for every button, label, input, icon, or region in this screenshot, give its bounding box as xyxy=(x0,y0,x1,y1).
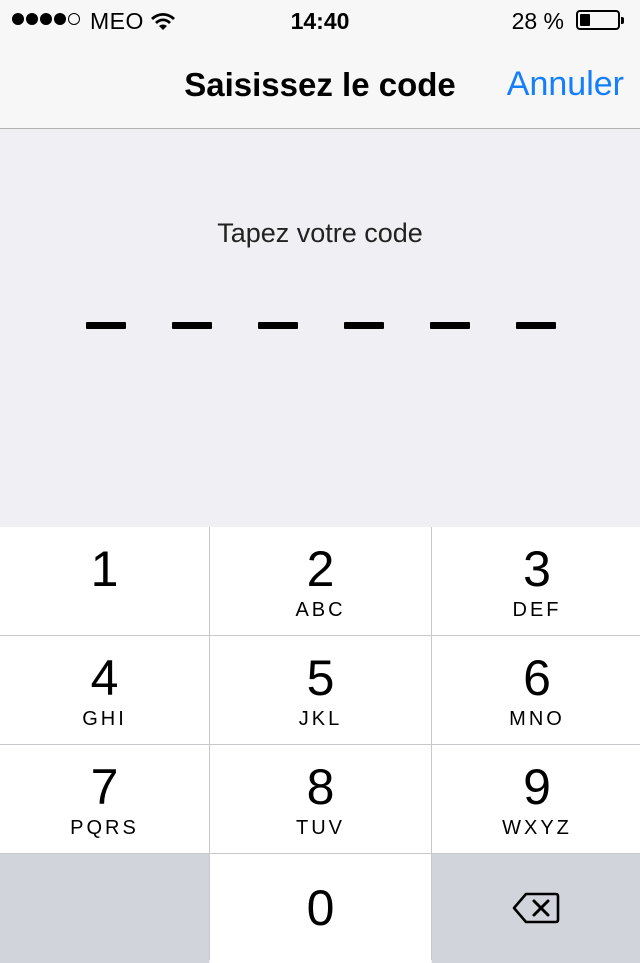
delete-button[interactable] xyxy=(432,854,640,963)
code-slot-3 xyxy=(258,322,298,329)
key-letters: DEF xyxy=(512,599,562,621)
code-slot-5 xyxy=(430,322,470,329)
key-digit: 3 xyxy=(523,541,551,597)
navigation-bar: Saisissez le code Annuler xyxy=(0,40,640,129)
key-digit: 7 xyxy=(90,759,119,815)
key-digit: 0 xyxy=(306,880,335,936)
keypad-empty-slot xyxy=(0,854,209,963)
numeric-keypad: 1 2 ABC 3 DEF 4 GHI 5 JKL 6 MNO 7 PQRS 8… xyxy=(0,527,640,963)
key-digit: 1 xyxy=(90,541,119,597)
key-6[interactable]: 6 MNO xyxy=(432,636,640,744)
delete-backspace-icon xyxy=(512,892,560,929)
carrier-name: MEO xyxy=(90,8,144,34)
code-slot-1 xyxy=(86,322,126,329)
status-bar: MEO 14:40 28 % xyxy=(0,0,640,40)
key-0[interactable]: 0 xyxy=(210,854,431,963)
key-digit: 9 xyxy=(523,759,551,815)
key-letters: GHI xyxy=(82,708,127,730)
passcode-field xyxy=(86,322,556,330)
key-digit: 6 xyxy=(523,650,551,706)
key-8[interactable]: 8 TUV xyxy=(210,745,431,853)
key-7[interactable]: 7 PQRS xyxy=(0,745,209,853)
key-digit: 5 xyxy=(306,650,335,706)
battery-level-fill xyxy=(580,14,590,26)
key-4[interactable]: 4 GHI xyxy=(0,636,209,744)
key-digit: 2 xyxy=(306,541,335,597)
key-2[interactable]: 2 ABC xyxy=(210,527,431,635)
wifi-icon xyxy=(150,10,176,37)
key-digit: 4 xyxy=(90,650,119,706)
key-digit: 8 xyxy=(306,759,335,815)
battery-percentage: 28 % xyxy=(511,8,564,34)
key-letters: JKL xyxy=(298,708,343,730)
key-5[interactable]: 5 JKL xyxy=(210,636,431,744)
key-letters: ABC xyxy=(295,599,346,621)
passcode-prompt: Tapez votre code xyxy=(217,218,423,248)
key-letters: MNO xyxy=(509,708,565,730)
key-9[interactable]: 9 WXYZ xyxy=(432,745,640,853)
key-1[interactable]: 1 xyxy=(0,527,209,635)
key-letters: TUV xyxy=(296,817,345,839)
key-letters: WXYZ xyxy=(502,817,572,839)
key-3[interactable]: 3 DEF xyxy=(432,527,640,635)
code-slot-2 xyxy=(172,322,212,329)
code-slot-6 xyxy=(516,322,556,329)
cancel-button[interactable]: Annuler xyxy=(507,65,624,104)
battery-icon xyxy=(576,10,624,30)
key-letters: PQRS xyxy=(70,817,139,839)
code-slot-4 xyxy=(344,322,384,329)
signal-strength-icon xyxy=(12,13,80,25)
